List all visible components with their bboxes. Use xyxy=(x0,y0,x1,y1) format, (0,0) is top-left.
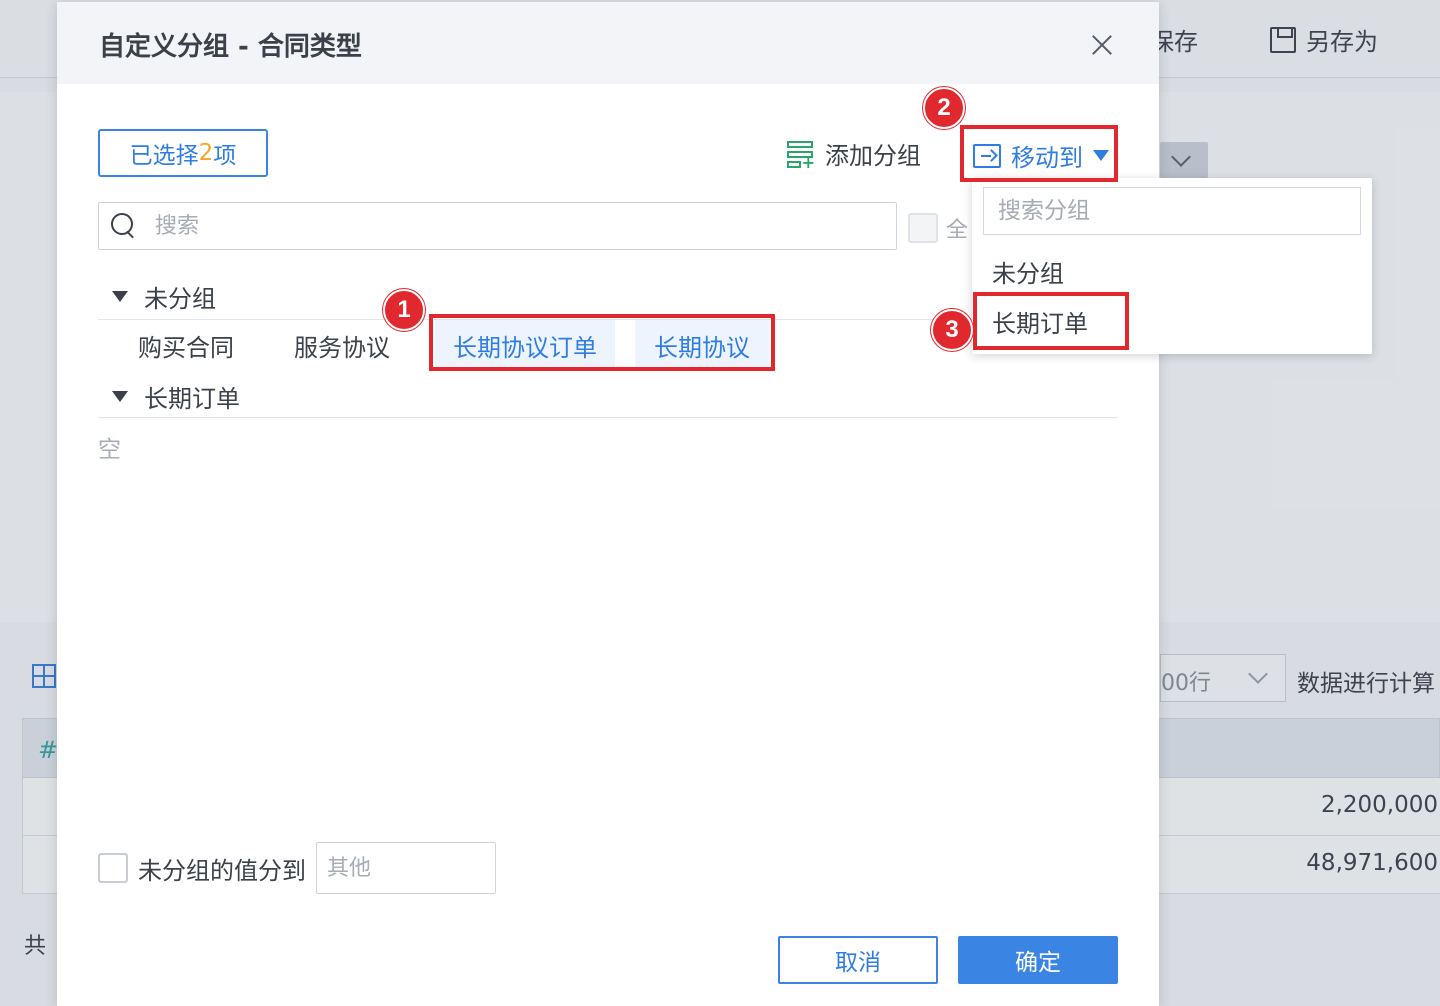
cancel-button[interactable]: 取消 xyxy=(778,936,938,984)
add-group-button[interactable]: + 添加分组 xyxy=(785,136,921,171)
add-group-label: 添加分组 xyxy=(825,142,921,170)
group-item[interactable]: 购买合同 xyxy=(126,320,246,370)
selected-count: 2 xyxy=(198,140,214,166)
ungrouped-values-option: 未分组的值分到 xyxy=(98,842,496,894)
other-group-input[interactable] xyxy=(316,842,496,894)
group-name: 长期订单 xyxy=(144,385,240,413)
empty-placeholder: 空 xyxy=(98,437,121,463)
caret-down-icon xyxy=(1093,150,1109,161)
dialog-header: 自定义分组 - 合同类型 xyxy=(57,2,1159,84)
collapse-triangle-icon[interactable] xyxy=(112,391,128,402)
step-badge-2: 2 xyxy=(923,87,965,129)
dialog-title: 自定义分组 - 合同类型 xyxy=(99,32,362,62)
group-divider xyxy=(98,417,1118,418)
selected-count-button[interactable]: 已选择 2 项 xyxy=(98,129,268,177)
confirm-button[interactable]: 确定 xyxy=(958,936,1118,984)
step-badge-3: 3 xyxy=(931,309,973,351)
group-item-selected[interactable]: 长期协议订单 xyxy=(435,320,615,370)
search-icon xyxy=(111,213,137,239)
select-all-label: 全 xyxy=(946,218,969,243)
dropdown-item-long-term[interactable]: 长期订单 xyxy=(992,304,1088,339)
folder-move-icon xyxy=(973,143,1001,168)
selected-suffix: 项 xyxy=(213,143,237,169)
group-header-long-term[interactable]: 长期订单 xyxy=(98,379,240,414)
group-name: 未分组 xyxy=(144,285,216,313)
select-all-box[interactable] xyxy=(908,213,938,243)
ungrouped-checkbox[interactable] xyxy=(98,853,128,883)
move-to-label: 移动到 xyxy=(1011,144,1083,172)
search-box xyxy=(98,202,897,250)
dropdown-item-ungrouped[interactable]: 未分组 xyxy=(992,254,1064,289)
select-all-checkbox[interactable]: 全 xyxy=(908,212,968,244)
selected-prefix: 已选择 xyxy=(129,143,199,169)
group-item[interactable]: 服务协议 xyxy=(282,320,402,370)
group-item-selected[interactable]: 长期协议 xyxy=(635,320,769,370)
step-badge-1: 1 xyxy=(383,289,425,331)
close-icon[interactable] xyxy=(1087,30,1117,60)
search-input[interactable] xyxy=(155,213,855,239)
add-group-icon: + xyxy=(785,139,815,170)
group-header-ungrouped[interactable]: 未分组 xyxy=(98,279,216,314)
ungrouped-label: 未分组的值分到 xyxy=(138,856,306,885)
collapse-triangle-icon[interactable] xyxy=(112,291,128,302)
move-to-dropdown: 未分组 长期订单 xyxy=(972,178,1372,354)
custom-group-dialog: 自定义分组 - 合同类型 已选择2项 + 添加分组 移动到 全 未分组 购买合同… xyxy=(57,2,1159,1006)
group-search-input[interactable] xyxy=(983,187,1361,235)
move-to-button[interactable]: 移动到 xyxy=(973,138,1109,173)
